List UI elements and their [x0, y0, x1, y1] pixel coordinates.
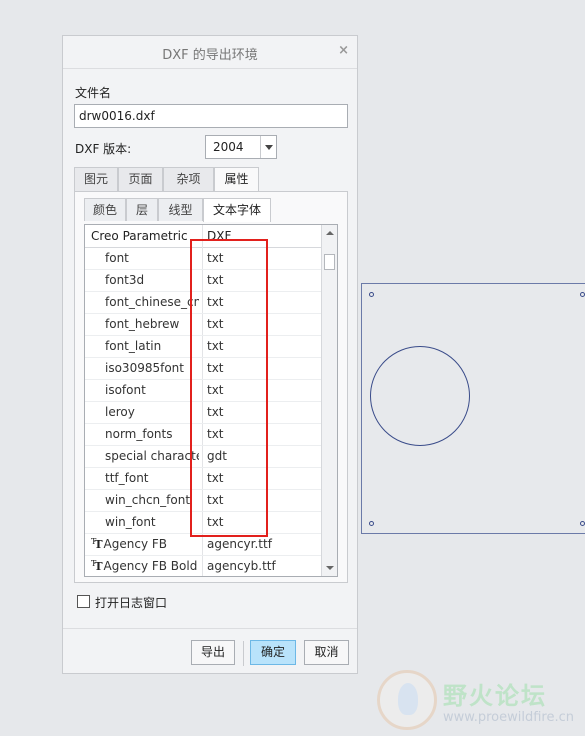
truetype-font-icon: TT	[91, 559, 103, 573]
font-name-cell: TTAgency FB	[91, 537, 201, 551]
filename-input[interactable]	[74, 104, 348, 128]
chevron-down-icon[interactable]	[260, 136, 276, 158]
tab-misc[interactable]: 杂项	[163, 167, 214, 191]
font-name-cell: leroy	[105, 405, 135, 419]
circle-geometry	[370, 346, 470, 446]
corner-hole-bottom-left	[369, 521, 374, 526]
forum-logo-icon	[377, 670, 437, 730]
corner-hole-bottom-right	[580, 521, 585, 526]
tab-entities[interactable]: 图元	[74, 167, 118, 191]
watermark-title: 野火论坛	[443, 682, 547, 710]
dxf-version-select[interactable]: 2004	[205, 135, 277, 159]
truetype-font-icon: TT	[91, 537, 103, 551]
subtab-color[interactable]: 颜色	[84, 198, 126, 221]
highlight-box	[190, 239, 268, 537]
forum-watermark: 野火论坛 www.proewildfire.cn	[375, 668, 585, 736]
table-row[interactable]: TTAgency FB Bold agencyb.ttf	[85, 555, 321, 576]
drawing-sheet-preview	[361, 283, 585, 534]
export-button[interactable]: 导出	[191, 640, 235, 665]
footer-divider	[63, 628, 357, 629]
font-name-cell: win_chcn_font	[105, 493, 191, 507]
font-name-cell: special characters	[105, 449, 199, 463]
scroll-up-icon[interactable]	[322, 225, 337, 241]
font-name-cell: font3d	[105, 273, 145, 287]
column-header-creo[interactable]: Creo Parametric	[91, 229, 188, 243]
corner-hole-top-right	[580, 292, 585, 297]
dxf-font-cell[interactable]: agencyr.ttf	[207, 537, 272, 551]
watermark-url: www.proewildfire.cn	[443, 710, 574, 725]
scroll-thumb[interactable]	[324, 254, 335, 270]
dxf-version-label: DXF 版本:	[75, 142, 132, 156]
dxf-version-value: 2004	[213, 140, 244, 154]
open-log-window-label: 打开日志窗口	[95, 596, 168, 610]
font-name-cell: font	[105, 251, 129, 265]
font-name-cell: font_chinese_cn	[105, 295, 199, 309]
font-name-cell: norm_fonts	[105, 427, 173, 441]
open-log-window-checkbox[interactable]	[77, 595, 90, 608]
subtab-linetype[interactable]: 线型	[158, 198, 203, 221]
font-name-cell: font_hebrew	[105, 317, 180, 331]
font-name-cell: TTAgency FB Bold	[91, 559, 201, 573]
font-name-cell: iso30985font	[105, 361, 184, 375]
tab-pages[interactable]: 页面	[118, 167, 163, 191]
dialog-title: DXF 的导出环境	[162, 48, 258, 63]
font-name-text: Agency FB Bold	[103, 559, 198, 573]
vertical-scrollbar[interactable]	[321, 225, 337, 576]
corner-hole-top-left	[369, 292, 374, 297]
subtab-text-font[interactable]: 文本字体	[203, 198, 271, 222]
close-icon[interactable]: ×	[338, 43, 349, 58]
dialog-titlebar[interactable]: DXF 的导出环境 ×	[63, 36, 357, 69]
dxf-font-cell[interactable]: agencyb.ttf	[207, 559, 276, 573]
font-name-text: Agency FB	[103, 537, 167, 551]
button-divider	[243, 641, 244, 666]
ok-button[interactable]: 确定	[250, 640, 296, 665]
cancel-button[interactable]: 取消	[304, 640, 349, 665]
font-name-cell: font_latin	[105, 339, 162, 353]
font-name-cell: ttf_font	[105, 471, 149, 485]
font-name-cell: win_font	[105, 515, 156, 529]
scroll-down-icon[interactable]	[322, 560, 337, 576]
font-name-cell: isofont	[105, 383, 146, 397]
filename-label: 文件名	[75, 86, 112, 100]
tab-properties[interactable]: 属性	[214, 167, 259, 192]
subtab-layer[interactable]: 层	[126, 198, 158, 221]
